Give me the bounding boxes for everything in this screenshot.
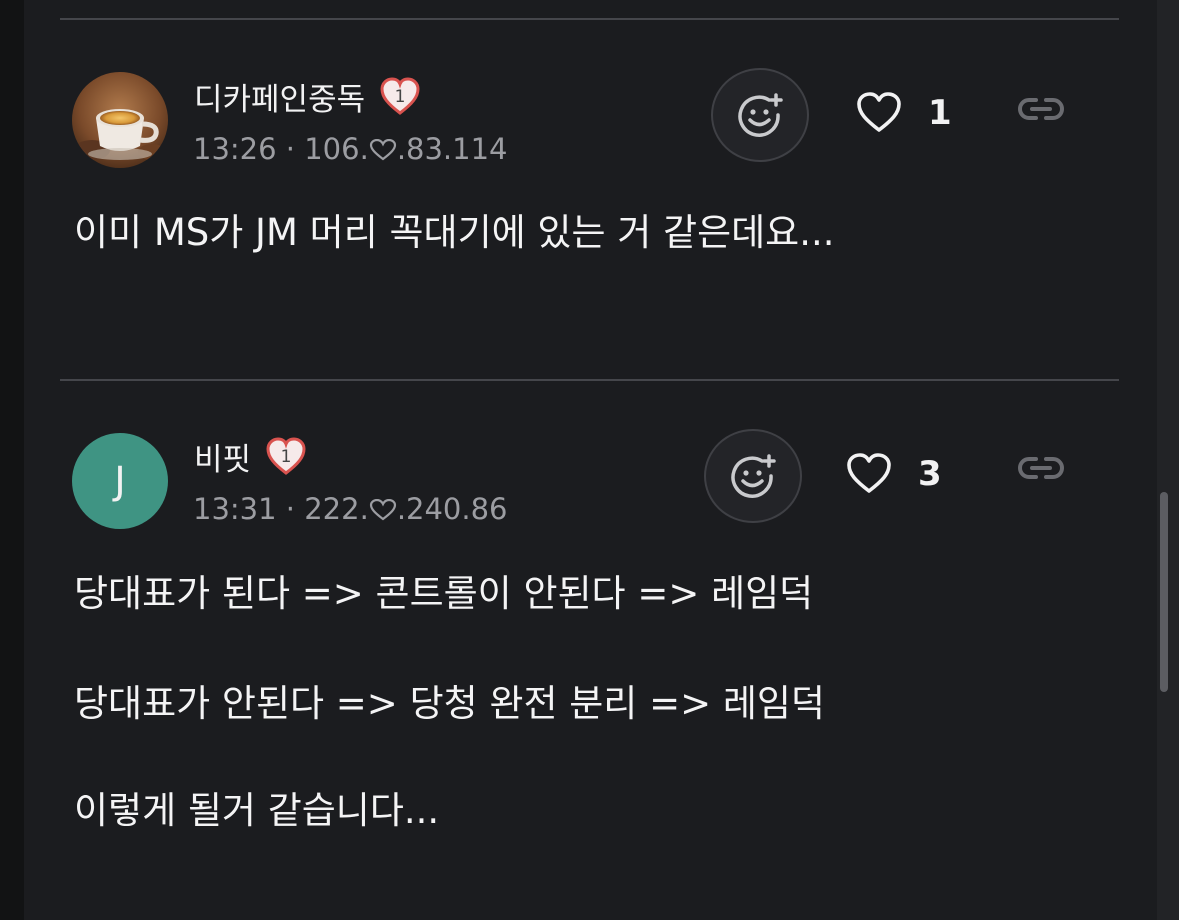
heart-outline-icon [369, 494, 397, 521]
like-button[interactable]: 3 [846, 453, 942, 495]
like-count: 3 [918, 454, 942, 494]
scrollbar-thumb[interactable] [1160, 492, 1168, 692]
like-count: 1 [928, 93, 952, 133]
heart-outline-icon [857, 92, 901, 132]
emoji-add-icon [731, 454, 776, 498]
comment-body-line: 이미 MS가 JM 머리 꼭대기에 있는 거 같은데요... [74, 211, 835, 254]
scroll-track[interactable] [1157, 0, 1179, 920]
level-number: 1 [395, 87, 406, 107]
avatar[interactable] [72, 72, 168, 168]
comment-meta: 13:26 · 106. .83.114 [193, 132, 508, 166]
level-heart-badge-icon: 1 [265, 436, 307, 478]
nickname-row: 비핏 1 [194, 434, 307, 479]
divider [60, 379, 1119, 381]
comment-body-line: 당대표가 안된다 => 당청 완전 분리 => 레임덕 [74, 682, 825, 725]
ip-suffix: .240.86 [396, 492, 508, 526]
nickname[interactable]: 디카페인중독 [194, 74, 365, 119]
link-icon[interactable] [1018, 97, 1064, 121]
ip-prefix: 222. [304, 492, 369, 526]
nickname-row: 디카페인중독 1 [194, 74, 421, 119]
heart-outline-icon [369, 134, 397, 161]
comment-body-line: 이렇게 될거 같습니다... [74, 789, 440, 832]
avatar-letter: J [114, 459, 126, 503]
level-number: 1 [281, 447, 292, 467]
comment-time: 13:31 [193, 492, 277, 526]
meta-separator: · [285, 492, 296, 526]
meta-separator: · [285, 132, 296, 166]
add-reaction-button[interactable] [711, 68, 809, 162]
level-heart-badge-icon: 1 [379, 76, 421, 118]
divider [60, 18, 1119, 20]
ip-suffix: .83.114 [396, 132, 508, 166]
heart-outline-icon [847, 453, 891, 493]
coffee-cup-avatar-image [72, 72, 168, 168]
avatar[interactable]: J [72, 433, 168, 529]
comment-meta: 13:31 · 222. .240.86 [193, 492, 508, 526]
emoji-add-icon [738, 93, 783, 137]
comment-body-line: 당대표가 된다 => 콘트롤이 안된다 => 레임덕 [74, 572, 814, 615]
like-button[interactable]: 1 [856, 92, 952, 134]
link-icon[interactable] [1018, 456, 1064, 480]
comment-thread: 디카페인중독 1 13:26 · 106. .83.114 1 이미 MS가 J… [0, 0, 1179, 920]
ip-prefix: 106. [304, 132, 369, 166]
nickname[interactable]: 비핏 [194, 434, 251, 479]
left-gutter [0, 0, 24, 920]
comment-time: 13:26 [193, 132, 277, 166]
add-reaction-button[interactable] [704, 429, 802, 523]
